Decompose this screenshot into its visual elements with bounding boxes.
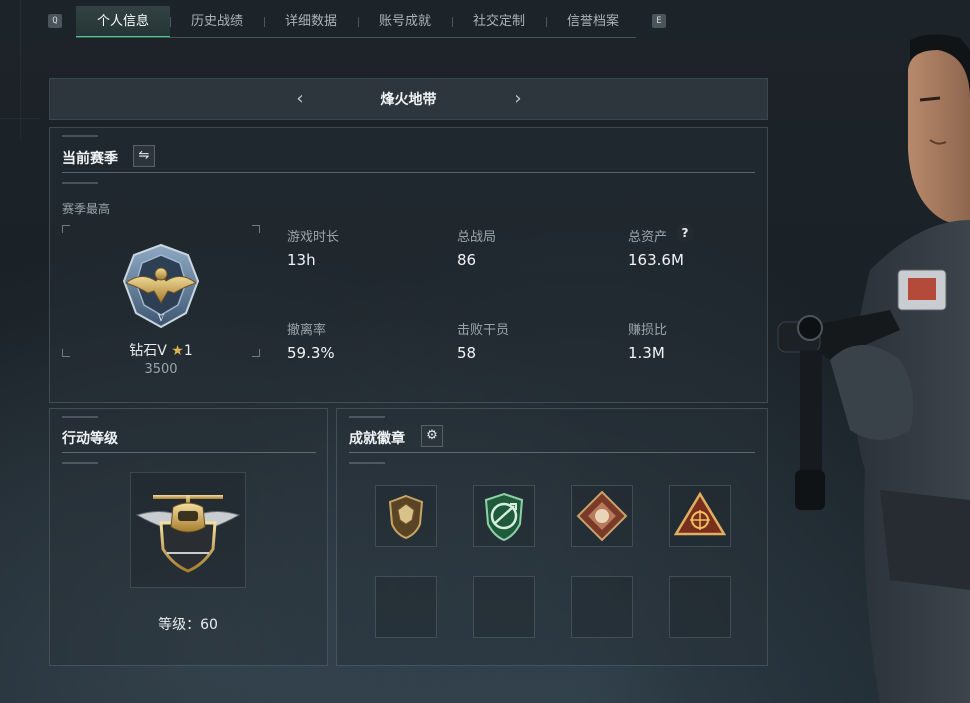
e-key-hint[interactable]: E (652, 14, 666, 28)
rank-star-count: 1 (183, 343, 193, 359)
panel-tag (62, 182, 98, 184)
q-key-hint[interactable]: Q (48, 14, 62, 28)
level-emblem-frame (130, 472, 246, 588)
panel-tag (62, 135, 98, 137)
stat-value: 13h (287, 251, 316, 269)
stat-operators-defeated: 击败干员 58 (457, 319, 509, 362)
tab-social-custom[interactable]: 社交定制 (452, 6, 546, 38)
tab-match-history[interactable]: 历史战绩 (170, 6, 264, 38)
frame-corner (62, 225, 70, 233)
stat-value: 1.3M (628, 344, 665, 362)
stat-value: 59.3% (287, 344, 335, 362)
rank-star-icon: ★ (171, 343, 184, 359)
stat-total-matches: 总战局 86 (457, 226, 496, 269)
diamond-rank-emblem-icon: V (122, 243, 200, 329)
panel-tag (62, 462, 98, 464)
stat-label: 赚损比 (628, 323, 668, 338)
helicopter-level-emblem-icon (135, 495, 241, 573)
svg-text:V: V (157, 314, 165, 324)
badge-slot[interactable] (669, 485, 731, 547)
tab-personal-info[interactable]: 个人信息 (76, 6, 170, 38)
operator-character-portrait (777, 34, 970, 703)
panel-tag (62, 416, 98, 418)
stat-extraction-rate: 撤离率 59.3% (287, 319, 335, 362)
stat-label: 撤离率 (287, 323, 327, 338)
stat-value: 163.6M (628, 251, 684, 269)
badge-slot-empty[interactable] (669, 576, 731, 638)
beast-diamond-badge-icon (576, 490, 628, 542)
badge-slot[interactable] (473, 485, 535, 547)
badge-slot[interactable] (571, 485, 633, 547)
shield-badge-icon (388, 494, 424, 540)
stat-label: 游戏时长 (287, 230, 340, 245)
rank-score: 3500 (144, 362, 178, 377)
achievement-badges-title: 成就徽章 (349, 431, 405, 447)
stat-value: 58 (457, 344, 477, 362)
rank-title: 钻石V (129, 343, 167, 359)
mode-title: 烽火地带 (380, 92, 437, 108)
chevron-left-icon[interactable]: ‹ (290, 88, 310, 110)
tab-reputation-file[interactable]: 信誉档案 (546, 6, 640, 38)
action-level-title: 行动等级 (62, 431, 118, 447)
chevron-right-icon[interactable]: › (508, 88, 528, 110)
panel-divider (62, 452, 316, 453)
gear-icon[interactable]: ⚙ (421, 425, 443, 447)
current-season-title: 当前赛季 (62, 151, 118, 167)
help-icon[interactable]: ? (676, 224, 694, 242)
panel-tag (349, 462, 385, 464)
stat-label: 总战局 (457, 230, 497, 245)
rank-frame: V (62, 225, 260, 357)
rank-name: 钻石V ★1 (62, 340, 260, 360)
badge-slot-empty[interactable] (375, 576, 437, 638)
tab-account-achievements[interactable]: 账号成就 (358, 6, 452, 38)
badge-slot[interactable] (375, 485, 437, 547)
panel-divider (349, 452, 755, 453)
target-triangle-badge-icon (673, 491, 727, 536)
level-text: 等级：60 (158, 617, 218, 633)
top-tab-bar: Q 个人信息 历史战绩 详细数据 账号成就 社交定制 信誉档案 E (0, 0, 700, 44)
stat-value: 86 (457, 251, 477, 269)
stat-label: 击败干员 (457, 323, 510, 338)
badge-slot-empty[interactable] (571, 576, 633, 638)
badge-slot-empty[interactable] (473, 576, 535, 638)
panel-divider (62, 172, 755, 173)
circle-arrows-badge-icon (484, 492, 524, 542)
frame-corner (252, 225, 260, 233)
tab-detailed-data[interactable]: 详细数据 (264, 6, 358, 38)
mode-selector: 烽火地带 ‹ › (49, 78, 768, 120)
swap-icon[interactable]: ⇋ (133, 145, 155, 167)
panel-tag (349, 416, 385, 418)
tab-underline (76, 37, 636, 38)
stat-play-time: 游戏时长 13h (287, 226, 339, 269)
season-best-label: 赛季最高 (62, 202, 111, 216)
stat-profit-loss: 赚损比 1.3M (628, 319, 667, 362)
